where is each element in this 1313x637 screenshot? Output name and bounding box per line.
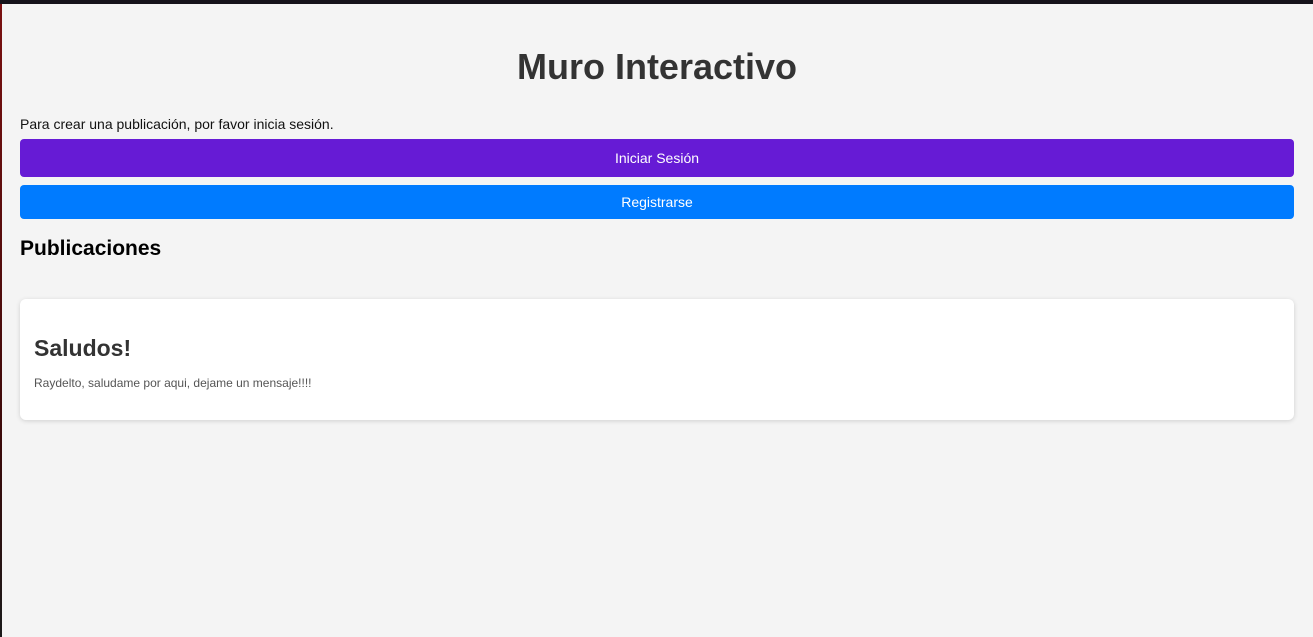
post-body: Raydelto, saludame por aqui, dejame un m…	[34, 376, 312, 390]
main-container: Muro Interactivo Para crear una publicac…	[20, 4, 1294, 420]
post-card: Saludos! Raydelto, saludame por aqui, de…	[20, 299, 1294, 420]
page-title: Muro Interactivo	[516, 46, 798, 87]
post-title: Saludos!	[34, 335, 132, 361]
login-button[interactable]: Iniciar Sesión	[20, 139, 1294, 177]
login-prompt-text: Para crear una publicación, por favor in…	[20, 116, 334, 132]
posts-section-title: Publicaciones	[20, 237, 162, 260]
window-left-edge	[0, 4, 2, 637]
register-button[interactable]: Registrarse	[20, 185, 1294, 219]
